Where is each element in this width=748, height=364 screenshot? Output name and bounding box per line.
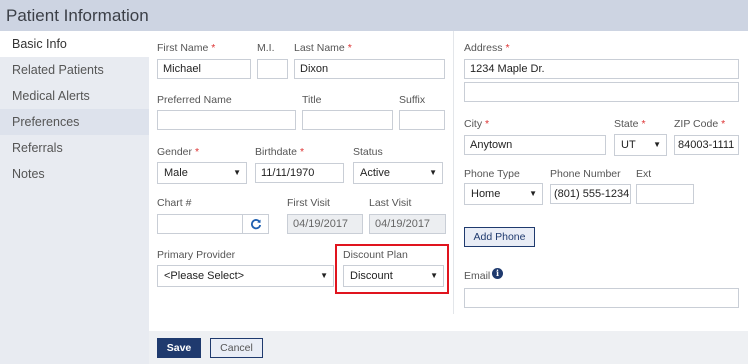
suffix-input[interactable] [399, 110, 445, 130]
phone-type-label: Phone Type [464, 168, 520, 180]
sidebar-item-referrals[interactable]: Referrals [0, 135, 149, 161]
title-label: Title [302, 94, 322, 106]
state-label: State * [614, 118, 646, 130]
discount-plan-label: Discount Plan [343, 249, 408, 261]
sidebar-item-basic-info[interactable]: Basic Info [0, 31, 149, 57]
suffix-label: Suffix [399, 94, 426, 106]
last-name-input[interactable]: Dixon [294, 59, 445, 79]
chevron-down-icon: ▼ [529, 189, 537, 198]
last-visit-label: Last Visit [369, 197, 412, 209]
chevron-down-icon: ▼ [653, 140, 661, 149]
discount-plan-select[interactable]: Discount ▼ [343, 265, 444, 287]
first-visit-input: 04/19/2017 [287, 214, 363, 234]
first-name-label: First Name * [157, 42, 216, 54]
title-bar: Patient Information [0, 0, 748, 31]
primary-provider-label: Primary Provider [157, 249, 236, 261]
address-label: Address * [464, 42, 510, 54]
address-line1-input[interactable]: 1234 Maple Dr. [464, 59, 739, 79]
sidebar: Basic Info Related Patients Medical Aler… [0, 31, 149, 364]
sidebar-item-related-patients[interactable]: Related Patients [0, 57, 149, 83]
first-visit-label: First Visit [287, 197, 330, 209]
birthdate-input[interactable]: 11/11/1970 [255, 163, 344, 183]
email-input[interactable] [464, 288, 739, 308]
cancel-button[interactable]: Cancel [210, 338, 263, 358]
email-label: Email [464, 270, 491, 282]
status-select[interactable]: Active ▼ [353, 162, 443, 184]
primary-provider-select[interactable]: <Please Select> ▼ [157, 265, 334, 287]
zip-input[interactable]: 84003-1111 [674, 135, 739, 155]
column-divider [453, 31, 454, 314]
preferred-name-label: Preferred Name [157, 94, 232, 106]
zip-label: ZIP Code * [674, 118, 726, 130]
chevron-down-icon: ▼ [430, 271, 438, 280]
status-label: Status [353, 146, 383, 158]
refresh-chart-button[interactable] [242, 214, 269, 234]
city-input[interactable]: Anytown [464, 135, 606, 155]
chart-number-input[interactable] [157, 214, 243, 234]
address-line2-input[interactable] [464, 82, 739, 102]
last-visit-input: 04/19/2017 [369, 214, 446, 234]
mi-label: M.I. [257, 42, 275, 54]
state-select[interactable]: UT ▼ [614, 134, 667, 156]
refresh-icon [250, 219, 261, 230]
phone-type-select[interactable]: Home ▼ [464, 183, 543, 205]
page-title: Patient Information [6, 6, 149, 25]
sidebar-item-preferences[interactable]: Preferences [0, 109, 149, 135]
info-icon[interactable]: i [492, 268, 503, 279]
chart-number-label: Chart # [157, 197, 192, 209]
add-phone-button[interactable]: Add Phone [464, 227, 535, 247]
preferred-name-input[interactable] [157, 110, 296, 130]
gender-label: Gender * [157, 146, 200, 158]
save-button[interactable]: Save [157, 338, 201, 358]
mi-input[interactable] [257, 59, 288, 79]
ext-input[interactable] [636, 184, 694, 204]
sidebar-item-medical-alerts[interactable]: Medical Alerts [0, 83, 149, 109]
last-name-label: Last Name * [294, 42, 352, 54]
title-input[interactable] [302, 110, 393, 130]
chevron-down-icon: ▼ [320, 271, 328, 280]
sidebar-item-notes[interactable]: Notes [0, 161, 149, 187]
chevron-down-icon: ▼ [233, 168, 241, 177]
chevron-down-icon: ▼ [429, 168, 437, 177]
ext-label: Ext [636, 168, 652, 180]
city-label: City * [464, 118, 490, 130]
first-name-input[interactable]: Michael [157, 59, 251, 79]
birthdate-label: Birthdate * [255, 146, 305, 158]
phone-number-input[interactable]: (801) 555-1234 [550, 184, 631, 204]
phone-number-label: Phone Number [550, 168, 621, 180]
gender-select[interactable]: Male ▼ [157, 162, 247, 184]
